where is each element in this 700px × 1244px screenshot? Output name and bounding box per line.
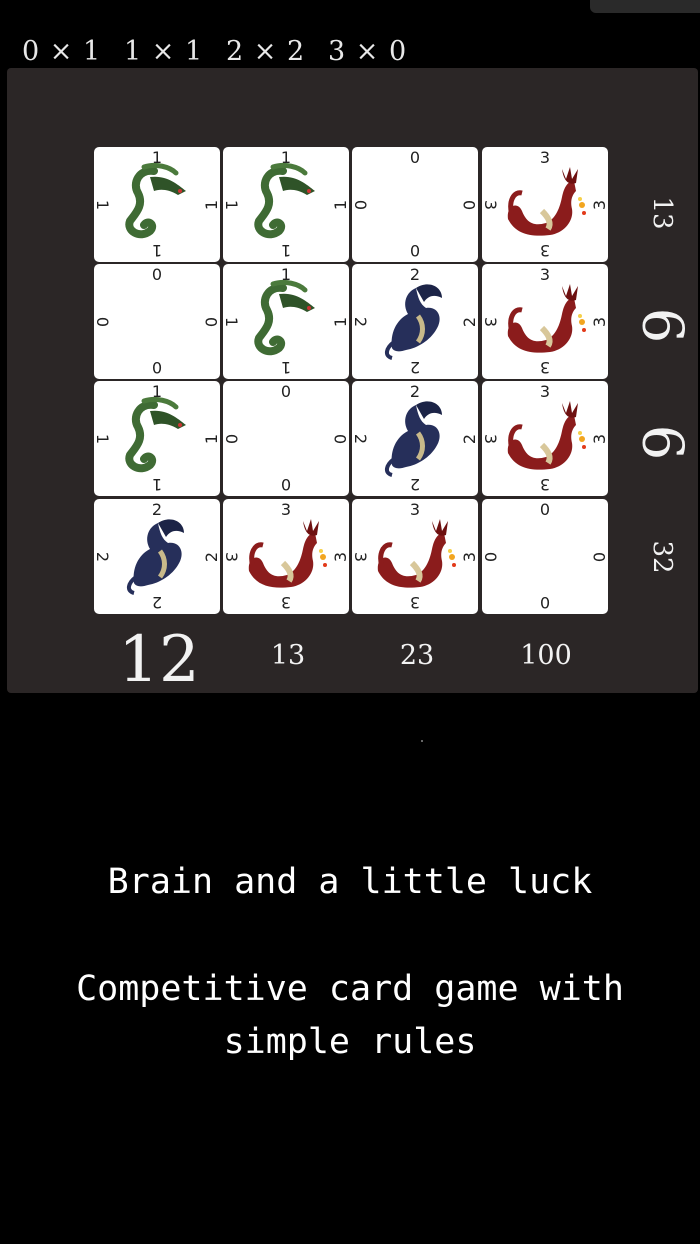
- row-score-2: 6: [629, 307, 695, 344]
- red-dragon-icon: [243, 513, 329, 599]
- tagline-line-3: simple rules: [223, 1022, 477, 1062]
- red-dragon-icon: [502, 161, 588, 247]
- card-value-bottom: 0: [280, 475, 292, 494]
- col-score-3: 23: [399, 640, 435, 671]
- card-value-right: 3: [589, 316, 609, 327]
- card-value-top: 0: [280, 382, 292, 401]
- card-value-left: 1: [222, 316, 242, 327]
- multiplier-1: 1 × 1: [124, 36, 204, 67]
- card-value-left: 3: [351, 551, 371, 562]
- card-r1-c4[interactable]: 3333: [481, 147, 609, 262]
- green-dragon-icon: [243, 161, 329, 247]
- card-r2-c3[interactable]: 2222: [351, 264, 479, 379]
- card-value-left: 0: [222, 433, 242, 444]
- card-value-right: 0: [201, 316, 221, 327]
- green-dragon-icon: [243, 278, 329, 364]
- tagline-line-2: Competitive card game with: [76, 969, 624, 1009]
- card-value-right: 1: [330, 199, 350, 210]
- card-value-top: 0: [151, 265, 163, 284]
- card-r4-c3[interactable]: 3333: [351, 499, 479, 614]
- col-score-1: 12: [118, 623, 200, 697]
- card-r1-c2[interactable]: 1111: [222, 147, 350, 262]
- card-r3-c4[interactable]: 3333: [481, 381, 609, 496]
- red-dragon-icon: [502, 395, 588, 481]
- card-r3-c1[interactable]: 1111: [93, 381, 221, 496]
- card-value-bottom: 0: [151, 358, 163, 377]
- card-value-right: 0: [459, 199, 479, 210]
- card-r4-c2[interactable]: 3333: [222, 499, 350, 614]
- blue-dragon-icon: [114, 513, 200, 599]
- col-score-4: 100: [520, 640, 572, 671]
- card-value-left: 2: [93, 551, 113, 562]
- multiplier-legend: 0 × 1 1 × 1 2 × 2 3 × 0: [22, 36, 430, 70]
- multiplier-3: 3 × 0: [328, 36, 408, 67]
- top-corner-bar: [590, 0, 700, 13]
- card-value-bottom: 0: [539, 593, 551, 612]
- row-score-1: 13: [647, 196, 677, 230]
- tagline-line-1: Brain and a little luck: [107, 862, 593, 902]
- red-dragon-icon: [372, 513, 458, 599]
- card-value-left: 0: [481, 551, 501, 562]
- divider-dot: [421, 740, 423, 742]
- card-value-left: 3: [481, 316, 501, 327]
- card-value-left: 0: [351, 199, 371, 210]
- multiplier-2: 2 × 2: [226, 36, 306, 67]
- row-score-4: 32: [647, 540, 677, 574]
- card-r2-c4[interactable]: 3333: [481, 264, 609, 379]
- card-value-right: 0: [589, 551, 609, 562]
- card-value-left: 0: [93, 316, 113, 327]
- card-value-right: 1: [201, 433, 221, 444]
- card-r2-c1[interactable]: 0 0 0 0: [93, 264, 221, 379]
- green-dragon-icon: [114, 161, 200, 247]
- card-value-bottom: 0: [409, 241, 421, 260]
- card-value-left: 1: [93, 433, 113, 444]
- red-dragon-icon: [502, 278, 588, 364]
- card-value-right: 0: [330, 433, 350, 444]
- card-r2-c2[interactable]: 1111: [222, 264, 350, 379]
- multiplier-0: 0 × 1: [22, 36, 102, 67]
- card-r3-c2[interactable]: 0 0 0 0: [222, 381, 350, 496]
- card-value-right: 3: [459, 551, 479, 562]
- blue-dragon-icon: [372, 278, 458, 364]
- card-value-right: 3: [330, 551, 350, 562]
- card-value-left: 2: [351, 316, 371, 327]
- card-value-left: 2: [351, 433, 371, 444]
- card-value-top: 0: [539, 500, 551, 519]
- card-value-left: 3: [481, 199, 501, 210]
- col-score-2: 13: [270, 640, 306, 671]
- row-score-3: 6: [629, 424, 695, 461]
- card-r4-c1[interactable]: 2222: [93, 499, 221, 614]
- card-value-right: 1: [330, 316, 350, 327]
- card-r1-c1[interactable]: 1111: [93, 147, 221, 262]
- card-r4-c4[interactable]: 0 0 0 0: [481, 499, 609, 614]
- blue-dragon-icon: [372, 395, 458, 481]
- card-value-left: 1: [93, 199, 113, 210]
- card-value-right: 2: [459, 433, 479, 444]
- card-value-left: 1: [222, 199, 242, 210]
- card-value-right: 2: [459, 316, 479, 327]
- card-value-right: 3: [589, 433, 609, 444]
- green-dragon-icon: [114, 395, 200, 481]
- card-value-left: 3: [481, 433, 501, 444]
- card-value-right: 1: [201, 199, 221, 210]
- card-value-right: 2: [201, 551, 221, 562]
- game-board: 13 6 6 32 12 13 23 100 11111111000033330…: [7, 68, 698, 697]
- card-value-top: 0: [409, 148, 421, 167]
- card-value-left: 3: [222, 551, 242, 562]
- card-r1-c3[interactable]: 0 0 0 0: [351, 147, 479, 262]
- card-r3-c3[interactable]: 2222: [351, 381, 479, 496]
- card-value-right: 3: [589, 199, 609, 210]
